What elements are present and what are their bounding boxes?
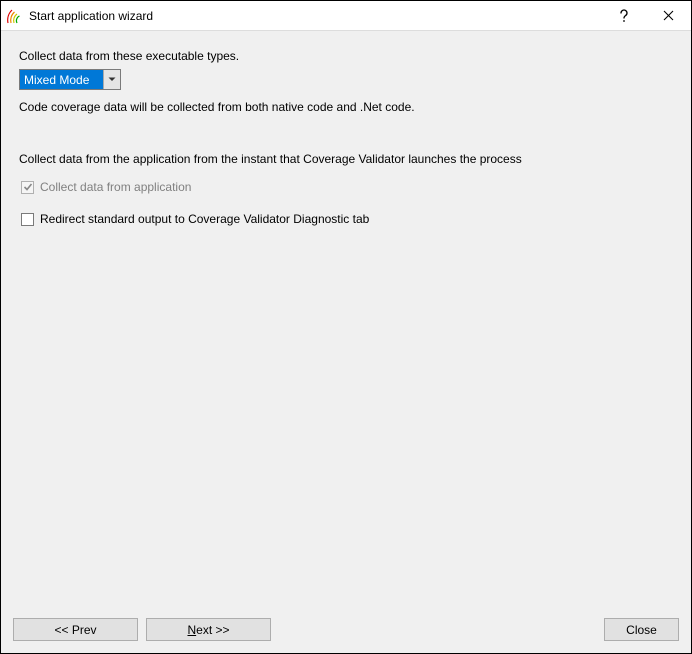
close-window-button[interactable]	[646, 1, 691, 30]
collect-data-checkbox-row: Collect data from application	[19, 180, 673, 194]
dropdown-selected-value: Mixed Mode	[20, 70, 103, 89]
help-button[interactable]	[601, 1, 646, 30]
redirect-output-checkbox-label: Redirect standard output to Coverage Val…	[40, 212, 369, 226]
window-title: Start application wizard	[29, 9, 601, 23]
titlebar: Start application wizard	[1, 1, 691, 31]
close-button[interactable]: Close	[604, 618, 679, 641]
executable-types-description: Code coverage data will be collected fro…	[19, 100, 673, 114]
collect-data-checkbox-label: Collect data from application	[40, 180, 191, 194]
app-icon	[7, 8, 23, 24]
button-bar: << Prev Next >> Close	[13, 618, 679, 641]
redirect-output-checkbox[interactable]	[21, 213, 34, 226]
collect-data-section-label: Collect data from the application from t…	[19, 152, 673, 166]
next-button[interactable]: Next >>	[146, 618, 271, 641]
executable-types-dropdown[interactable]: Mixed Mode	[19, 69, 121, 90]
collect-data-checkbox	[21, 181, 34, 194]
chevron-down-icon	[103, 70, 120, 89]
prev-button[interactable]: << Prev	[13, 618, 138, 641]
content-area: Collect data from these executable types…	[1, 31, 691, 653]
executable-types-label: Collect data from these executable types…	[19, 49, 673, 63]
redirect-output-checkbox-row: Redirect standard output to Coverage Val…	[19, 212, 673, 226]
titlebar-buttons	[601, 1, 691, 30]
